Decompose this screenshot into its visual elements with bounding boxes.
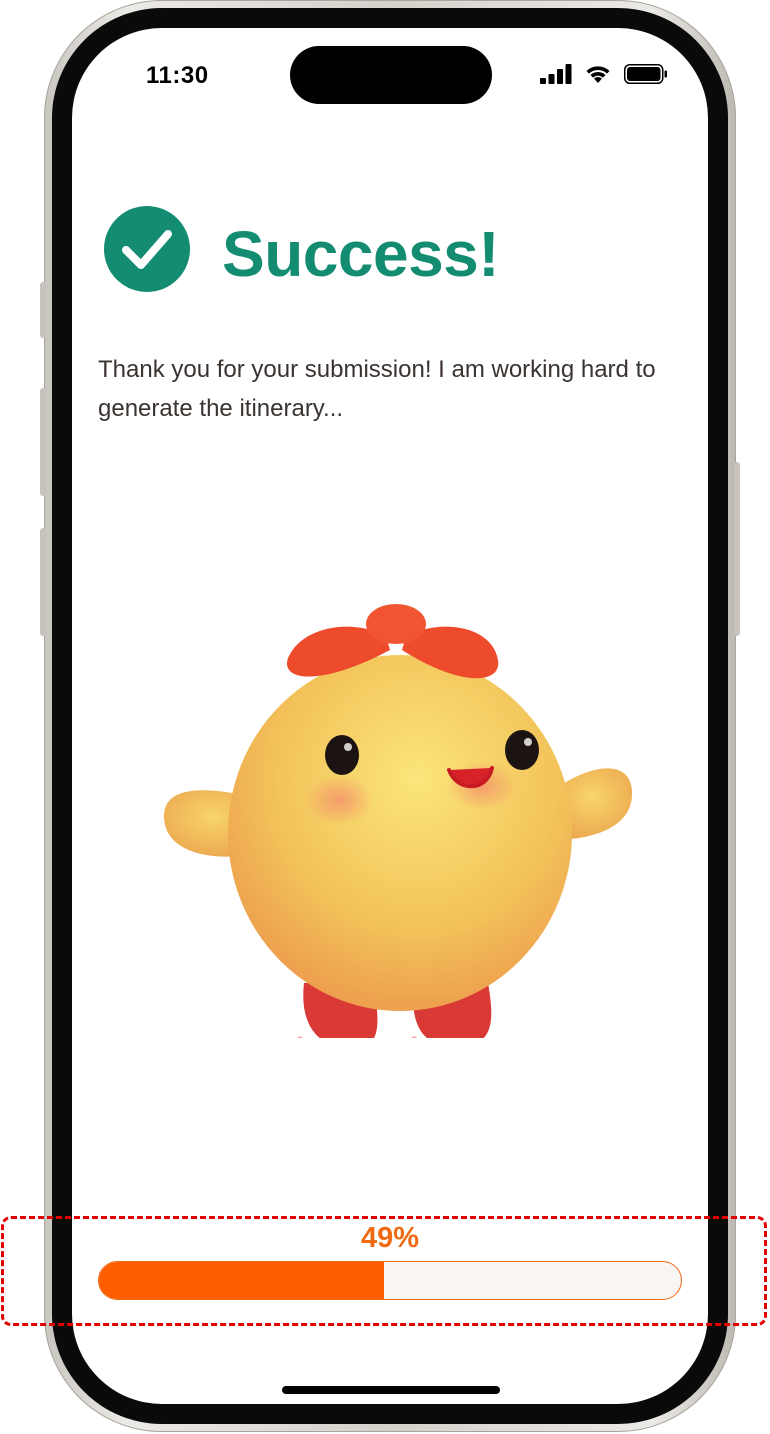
status-time: 11:30: [146, 62, 209, 89]
screen: 11:30 Success! Thank you for your submis…: [72, 28, 708, 1404]
battery-icon: [624, 64, 667, 84]
volume-down-button: [40, 528, 46, 636]
volume-up-button: [40, 388, 46, 496]
mascot-illustration: [163, 604, 633, 1038]
highlight-box: [1, 1216, 767, 1326]
page-title: Success!: [222, 218, 500, 290]
dynamic-island: [290, 46, 492, 104]
status-message: Thank you for your submission! I am work…: [98, 356, 656, 422]
home-indicator[interactable]: [282, 1386, 500, 1394]
check-circle-icon: [104, 206, 190, 292]
wifi-icon: [586, 66, 610, 83]
power-button: [734, 462, 740, 636]
action-button: [40, 282, 46, 338]
status-icons: [540, 64, 668, 84]
signal-icon: [540, 64, 572, 84]
